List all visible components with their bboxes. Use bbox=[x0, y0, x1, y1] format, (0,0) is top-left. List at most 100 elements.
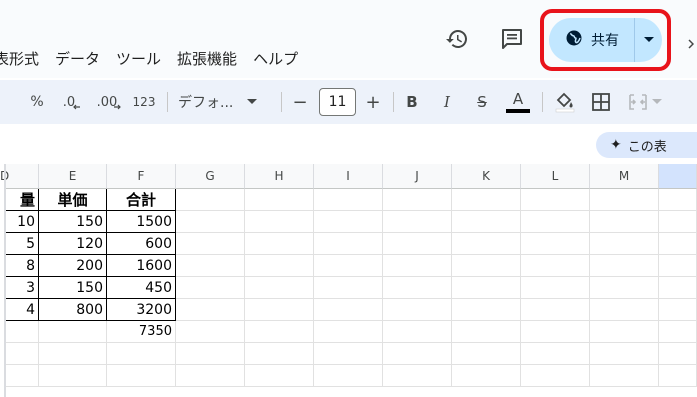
grid-cell[interactable] bbox=[176, 211, 245, 233]
grid-cell[interactable] bbox=[590, 233, 659, 255]
grid-cell[interactable] bbox=[452, 299, 521, 321]
fill-color-button[interactable] bbox=[553, 87, 577, 117]
table-header-cell[interactable]: 単価 bbox=[39, 189, 107, 211]
bold-button[interactable]: B bbox=[402, 87, 422, 117]
menu-tools[interactable]: ツール bbox=[108, 48, 169, 69]
strikethrough-button[interactable]: S bbox=[472, 87, 492, 117]
table-cell[interactable]: 1500 bbox=[107, 211, 176, 233]
column-header-i[interactable]: I bbox=[314, 164, 383, 189]
grid-cell[interactable] bbox=[590, 211, 659, 233]
grid-cell[interactable] bbox=[314, 299, 383, 321]
table-cell[interactable]: 120 bbox=[39, 233, 107, 255]
grid-cell[interactable] bbox=[39, 343, 107, 365]
sheet-grid[interactable]: D E F G H I J K L M 量単価合計101501500512060… bbox=[0, 164, 697, 397]
grid-cell[interactable] bbox=[314, 233, 383, 255]
grid-cell[interactable] bbox=[452, 365, 521, 387]
grid-cell[interactable] bbox=[107, 343, 176, 365]
table-cell[interactable]: 600 bbox=[107, 233, 176, 255]
grid-cell[interactable] bbox=[590, 365, 659, 387]
grid-cell[interactable] bbox=[590, 255, 659, 277]
grid-cell[interactable] bbox=[659, 233, 697, 255]
grid-cell[interactable] bbox=[245, 365, 314, 387]
column-header-m[interactable]: M bbox=[590, 164, 659, 189]
font-size-input[interactable]: 11 bbox=[319, 88, 356, 116]
grid-cell[interactable] bbox=[452, 255, 521, 277]
grid-cell[interactable] bbox=[176, 365, 245, 387]
grid-cell[interactable] bbox=[521, 189, 590, 211]
grid-cell[interactable] bbox=[659, 255, 697, 277]
grid-cell[interactable] bbox=[659, 343, 697, 365]
grid-cell[interactable] bbox=[659, 211, 697, 233]
grid-cell[interactable] bbox=[521, 343, 590, 365]
grid-cell[interactable] bbox=[4, 343, 39, 365]
grid-cell[interactable] bbox=[245, 255, 314, 277]
grid-cell[interactable] bbox=[383, 189, 452, 211]
grid-cell[interactable] bbox=[176, 343, 245, 365]
column-header-n[interactable] bbox=[659, 164, 697, 189]
menu-data[interactable]: データ bbox=[47, 48, 108, 69]
percent-format-button[interactable]: % bbox=[26, 87, 48, 117]
ai-table-chip[interactable]: ✦ この表 bbox=[596, 132, 697, 158]
grid-cell[interactable] bbox=[383, 343, 452, 365]
grid-cell[interactable] bbox=[245, 277, 314, 299]
table-cell[interactable]: 3 bbox=[4, 277, 39, 299]
table-cell[interactable]: 3200 bbox=[107, 299, 176, 321]
grid-cell[interactable] bbox=[245, 233, 314, 255]
grid-cell[interactable] bbox=[521, 233, 590, 255]
grid-cell[interactable] bbox=[452, 189, 521, 211]
grid-cell[interactable] bbox=[452, 233, 521, 255]
table-cell[interactable]: 150 bbox=[39, 277, 107, 299]
column-header-l[interactable]: L bbox=[521, 164, 590, 189]
menu-help[interactable]: ヘルプ bbox=[245, 48, 306, 69]
italic-button[interactable]: I bbox=[437, 87, 457, 117]
table-cell[interactable]: 5 bbox=[4, 233, 39, 255]
grid-cell[interactable] bbox=[39, 365, 107, 387]
grid-cell[interactable] bbox=[659, 321, 697, 343]
grid-cell[interactable] bbox=[521, 365, 590, 387]
grid-cell[interactable] bbox=[383, 277, 452, 299]
grid-cell[interactable] bbox=[314, 189, 383, 211]
grid-cell[interactable] bbox=[590, 343, 659, 365]
grid-cell[interactable] bbox=[590, 189, 659, 211]
grid-cell[interactable] bbox=[521, 321, 590, 343]
grid-cell[interactable] bbox=[452, 277, 521, 299]
grid-cell[interactable] bbox=[521, 277, 590, 299]
grid-cell[interactable] bbox=[245, 189, 314, 211]
table-cell[interactable]: 8 bbox=[4, 255, 39, 277]
grid-cell[interactable] bbox=[245, 211, 314, 233]
grid-cell[interactable] bbox=[245, 299, 314, 321]
column-header-f[interactable]: F bbox=[107, 164, 176, 189]
grid-cell[interactable] bbox=[176, 233, 245, 255]
grid-cell[interactable] bbox=[314, 365, 383, 387]
grid-cell[interactable] bbox=[383, 299, 452, 321]
number-format-button[interactable]: 123 bbox=[130, 87, 158, 117]
font-size-increase-button[interactable]: + bbox=[362, 87, 384, 117]
grid-cell[interactable] bbox=[176, 277, 245, 299]
menu-extensions[interactable]: 拡張機能 bbox=[169, 48, 245, 69]
text-color-button[interactable]: A bbox=[505, 87, 531, 117]
grid-cell[interactable] bbox=[314, 211, 383, 233]
table-cell[interactable]: 450 bbox=[107, 277, 176, 299]
grand-total-cell[interactable]: 7350 bbox=[107, 321, 176, 343]
grid-cell[interactable] bbox=[39, 321, 107, 343]
table-header-cell[interactable]: 量 bbox=[4, 189, 39, 211]
grid-cell[interactable] bbox=[590, 321, 659, 343]
grid-cell[interactable] bbox=[659, 189, 697, 211]
table-cell[interactable]: 10 bbox=[4, 211, 39, 233]
grid-cell[interactable] bbox=[107, 365, 176, 387]
grid-cell[interactable] bbox=[659, 277, 697, 299]
font-family-select[interactable]: デフォ... bbox=[178, 87, 274, 117]
column-header-k[interactable]: K bbox=[452, 164, 521, 189]
grid-cell[interactable] bbox=[659, 299, 697, 321]
share-button[interactable]: 共有 bbox=[549, 18, 635, 62]
grid-cell[interactable] bbox=[383, 255, 452, 277]
table-cell[interactable]: 1600 bbox=[107, 255, 176, 277]
grid-cell[interactable] bbox=[383, 365, 452, 387]
grid-cell[interactable] bbox=[4, 365, 39, 387]
grid-cell[interactable] bbox=[590, 299, 659, 321]
grid-cell[interactable] bbox=[314, 343, 383, 365]
grid-cell[interactable] bbox=[176, 255, 245, 277]
grid-cell[interactable] bbox=[176, 321, 245, 343]
comment-icon[interactable] bbox=[499, 26, 525, 52]
font-size-decrease-button[interactable]: − bbox=[289, 87, 311, 117]
